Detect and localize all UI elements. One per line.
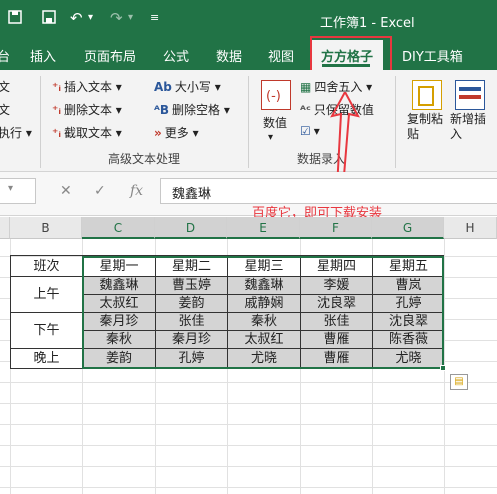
- fill-handle[interactable]: [440, 365, 446, 371]
- table-borders: [10, 255, 444, 369]
- quick-analysis-icon[interactable]: ▤: [450, 374, 468, 390]
